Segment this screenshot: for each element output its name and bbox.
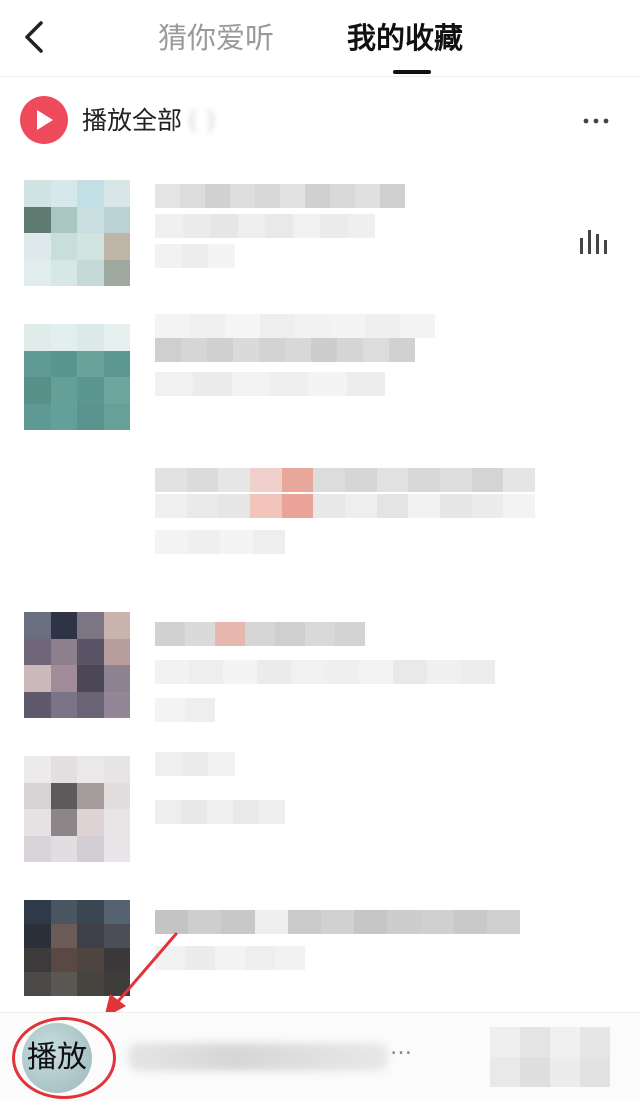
active-tab-indicator: [393, 70, 431, 74]
tab-guess-you-like[interactable]: 猜你爱听: [158, 18, 274, 58]
item-title-pixelated: [155, 468, 536, 492]
back-button[interactable]: [14, 14, 54, 60]
chevron-left-icon: [25, 21, 43, 53]
play-all-count-blurred: ( ): [188, 106, 216, 135]
mini-player-controls-pixelated[interactable]: [490, 1027, 610, 1087]
item-title-pixelated: [155, 184, 405, 208]
annotation-circle: [12, 1017, 116, 1099]
mini-player-ellipsis: …: [390, 1035, 412, 1060]
top-nav: 猜你爱听 我的收藏: [0, 0, 640, 77]
tab-my-favorites[interactable]: 我的收藏: [347, 18, 463, 58]
mini-player-bar[interactable]: 播放 …: [0, 1012, 640, 1101]
list-item[interactable]: [0, 602, 640, 742]
item-meta-pixelated: [155, 372, 385, 396]
list-item[interactable]: [0, 170, 640, 310]
more-horizontal-icon: [583, 118, 609, 124]
list-item[interactable]: [0, 746, 640, 886]
list-item[interactable]: [0, 314, 640, 454]
item-subtitle-pixelated: [155, 660, 495, 684]
item-cover-pixelated: [24, 324, 130, 430]
item-cover-pixelated: [24, 612, 130, 718]
play-all-button[interactable]: [20, 96, 68, 144]
item-subtitle-pixelated: [155, 338, 415, 362]
item-meta-pixelated: [155, 530, 285, 554]
item-title-pixelated: [155, 622, 365, 646]
mini-player-title-pixelated: [128, 1043, 388, 1071]
more-button[interactable]: [578, 104, 614, 138]
item-subtitle-pixelated: [155, 494, 536, 518]
play-all-row: 播放全部 ( ): [0, 90, 640, 154]
play-all-label[interactable]: 播放全部: [82, 104, 182, 138]
item-subtitle-pixelated: [155, 800, 285, 824]
play-icon: [37, 110, 53, 130]
item-meta-pixelated: [155, 244, 236, 268]
annotation-arrow-icon: [104, 932, 178, 1018]
item-subtitle-pixelated: [155, 214, 375, 238]
equalizer-icon: [580, 230, 607, 254]
item-title-pixelated: [155, 752, 236, 776]
item-cover-pixelated: [24, 180, 130, 286]
item-meta-pixelated: [155, 698, 215, 722]
item-title-pixelated: [155, 314, 435, 338]
item-cover-pixelated: [24, 756, 130, 862]
list-item[interactable]: [0, 458, 640, 598]
item-title-pixelated: [155, 910, 521, 934]
